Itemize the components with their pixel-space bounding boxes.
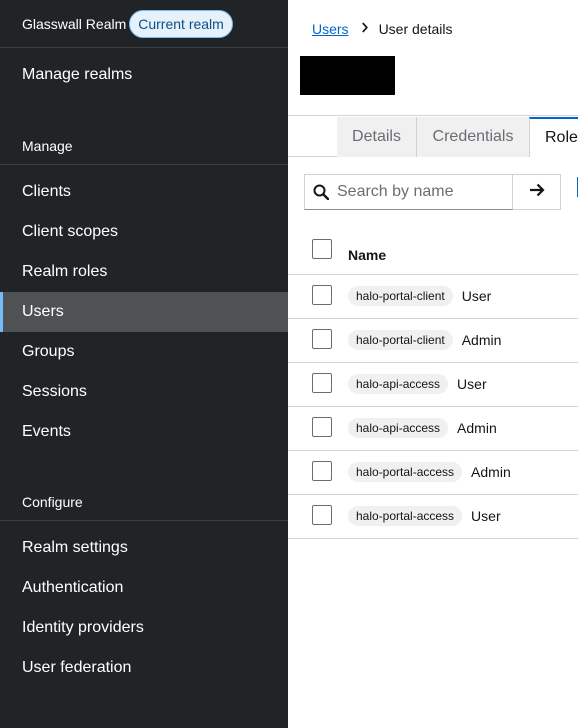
nav-authentication[interactable]: Authentication — [0, 568, 288, 608]
client-chip: halo-portal-access — [348, 506, 463, 526]
nav-sessions[interactable]: Sessions — [0, 372, 288, 412]
breadcrumb: Users User details — [312, 21, 452, 37]
nav-realm-roles[interactable]: Realm roles — [0, 252, 288, 292]
redacted-page-title — [300, 56, 395, 95]
row-checkbox[interactable] — [312, 417, 332, 437]
realm-selector[interactable]: Glasswall Realm Current realm — [0, 0, 288, 48]
column-header-name: Name — [348, 247, 387, 263]
client-chip: halo-portal-client — [348, 286, 453, 306]
client-chip: halo-portal-access — [348, 462, 463, 482]
section-configure: Configure — [0, 483, 288, 521]
role-name: User — [457, 376, 487, 392]
search-icon — [305, 184, 337, 200]
nav-identity-providers[interactable]: Identity providers — [0, 608, 288, 648]
nav-users[interactable]: Users — [0, 292, 288, 332]
table-row: halo-portal-client User — [288, 275, 578, 319]
page-header: Users User details — [288, 0, 578, 116]
nav-manage-realms[interactable]: Manage realms — [0, 55, 288, 95]
chevron-right-icon — [361, 22, 368, 36]
nav-client-scopes[interactable]: Client scopes — [0, 212, 288, 252]
row-checkbox[interactable] — [312, 505, 332, 525]
tab-role-label: Role — [545, 129, 578, 146]
tab-credentials-label: Credentials — [432, 128, 514, 145]
table-header: Name — [288, 228, 578, 275]
row-checkbox[interactable] — [312, 373, 332, 393]
role-name: Admin — [457, 420, 497, 436]
role-name: User — [461, 288, 492, 304]
nav-clients[interactable]: Clients — [0, 172, 288, 212]
search-input[interactable] — [337, 183, 507, 201]
client-chip: halo-api-access — [348, 418, 449, 438]
realm-name: Glasswall Realm — [22, 15, 127, 32]
nav-groups[interactable]: Groups — [0, 332, 288, 372]
tab-bar: Details Credentials Role — [288, 117, 578, 157]
role-name: Admin — [471, 464, 511, 480]
client-chip: halo-api-access — [348, 374, 449, 394]
arrow-right-icon — [529, 183, 545, 202]
current-realm-badge: Current realm — [129, 9, 233, 38]
tab-details-label: Details — [352, 128, 401, 145]
nav-realm-settings[interactable]: Realm settings — [0, 528, 288, 568]
section-manage: Manage — [0, 127, 288, 165]
table-row: halo-portal-access Admin — [288, 451, 578, 495]
search-submit-button[interactable] — [513, 174, 561, 210]
search-box — [304, 174, 513, 210]
client-chip: halo-portal-client — [348, 330, 453, 350]
row-checkbox[interactable] — [312, 329, 332, 349]
toolbar — [288, 158, 578, 226]
main-content: Users User details Details Credentials R… — [288, 0, 578, 728]
breadcrumb-users-link[interactable]: Users — [312, 21, 349, 37]
tab-role-mapping[interactable]: Role — [529, 117, 578, 157]
tab-credentials[interactable]: Credentials — [417, 117, 530, 157]
select-all-checkbox[interactable] — [312, 239, 332, 259]
table-row: halo-portal-client Admin — [288, 319, 578, 363]
table-row: halo-portal-access User — [288, 495, 578, 539]
role-name: Admin — [461, 332, 502, 348]
row-checkbox[interactable] — [312, 285, 332, 305]
breadcrumb-current: User details — [378, 21, 453, 37]
nav-events[interactable]: Events — [0, 412, 288, 452]
table-row: halo-api-access User — [288, 363, 578, 407]
role-name: User — [471, 508, 501, 524]
tab-details[interactable]: Details — [337, 117, 417, 157]
sidebar: Glasswall Realm Current realm Manage rea… — [0, 0, 288, 728]
nav-user-federation[interactable]: User federation — [0, 648, 288, 688]
row-checkbox[interactable] — [312, 461, 332, 481]
role-mapping-table: Name halo-portal-client User halo-portal-… — [288, 228, 578, 539]
table-row: halo-api-access Admin — [288, 407, 578, 451]
